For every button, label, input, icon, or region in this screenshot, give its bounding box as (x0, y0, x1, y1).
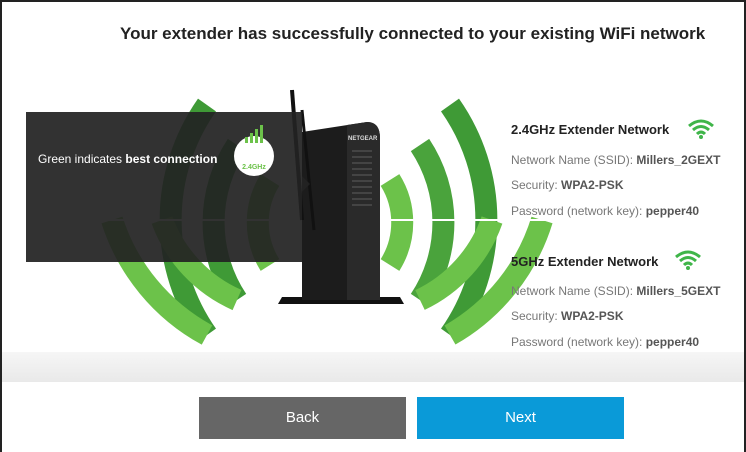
badge-label: 2.4GHz (242, 164, 266, 171)
tooltip-text: Green indicates best connection (38, 152, 217, 166)
network-5ghz-ssid-row: Network Name (SSID): Millers_5GEXT (511, 284, 720, 298)
ssid-label: Network Name (SSID): (511, 284, 634, 298)
next-button[interactable]: Next (417, 397, 624, 439)
tooltip-prefix: Green indicates (38, 152, 126, 166)
ssid-label: Network Name (SSID): (511, 153, 634, 167)
back-button[interactable]: Back (199, 397, 406, 439)
network-24ghz-password-row: Password (network key): pepper40 (511, 204, 699, 218)
password-value: pepper40 (645, 335, 700, 349)
network-24ghz-security-row: Security: WPA2-PSK (511, 178, 623, 192)
network-5ghz-password-row: Password (network key): pepper40 (511, 335, 699, 349)
right-wave-inner (380, 174, 414, 271)
network-5ghz-security-row: Security: WPA2-PSK (511, 309, 623, 323)
page-title: Your extender has successfully connected… (120, 24, 706, 43)
signal-strength-badge: 2.4GHz (234, 125, 274, 176)
network-24ghz-ssid-row: Network Name (SSID): Millers_2GEXT (511, 153, 720, 167)
security-value: WPA2-PSK (561, 178, 624, 192)
network-5ghz: 5GHz Extender Network (511, 254, 658, 269)
ssid-value: Millers_2GEXT (636, 153, 721, 167)
ssid-value: Millers_5GEXT (636, 284, 721, 298)
password-label: Password (network key): (511, 335, 643, 349)
network-24ghz: 2.4GHz Extender Network (511, 122, 669, 137)
wifi-icon (688, 119, 714, 139)
svg-text:NETGEAR: NETGEAR (348, 136, 378, 142)
password-label: Password (network key): (511, 204, 643, 218)
password-value: pepper40 (645, 204, 700, 218)
tooltip-pointer (302, 176, 310, 192)
legend-tooltip: Green indicates best connection 2.4GHz (26, 112, 310, 262)
tooltip-emphasis: best connection (125, 152, 218, 166)
network-heading: 5GHz Extender Network (511, 254, 659, 269)
security-label: Security: (511, 309, 558, 323)
hero-shadow-band (2, 352, 744, 382)
wifi-icon (675, 250, 701, 270)
security-label: Security: (511, 178, 558, 192)
network-heading: 2.4GHz Extender Network (511, 122, 670, 137)
security-value: WPA2-PSK (561, 309, 624, 323)
